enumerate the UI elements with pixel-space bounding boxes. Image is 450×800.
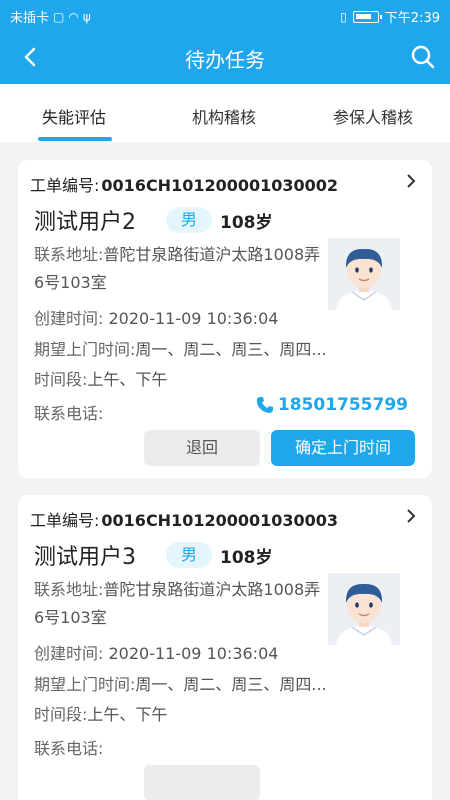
order-number: 工单编号: 0016CH101200001030003 [30, 507, 338, 531]
tab-disability-assessment[interactable]: 失能评估 [42, 104, 106, 128]
gender-badge: 男 [166, 542, 212, 568]
confirm-visit-time-button[interactable]: 确定上门时间 [271, 430, 415, 466]
phone-label: 联系电话: [34, 739, 104, 758]
page-title: 待办任务 [185, 48, 265, 72]
expected-time-line: 期望上门时间:周一、周二、周三、周四... [34, 671, 327, 695]
clock-text: 下午2:39 [384, 11, 440, 26]
header-bar: 未插卡 ▢ ◠ ψ ▯ 下午2:39 待办任务 [0, 0, 450, 84]
task-card[interactable]: 工单编号: 0016CH101200001030003 测试用户3 男 108岁 … [18, 495, 432, 800]
chevron-right-icon[interactable] [404, 509, 418, 523]
period-value: 上午、下午 [87, 370, 168, 389]
tab-active-indicator [38, 137, 112, 141]
order-label: 工单编号: [30, 176, 100, 195]
usb-icon: ψ [82, 9, 91, 24]
tab-insured-audit[interactable]: 参保人稽核 [333, 104, 413, 128]
sim-icon: ▢ [53, 9, 65, 24]
avatar [328, 573, 400, 645]
user-age: 108岁 [220, 548, 273, 568]
carrier-text: 未插卡 [10, 11, 50, 26]
period-label: 时间段: [34, 370, 88, 389]
tab-bar: 失能评估 机构稽核 参保人稽核 [0, 84, 450, 142]
period-line: 时间段:上午、下午 [34, 366, 167, 390]
search-icon[interactable] [410, 44, 436, 70]
battery-icon [352, 10, 382, 23]
address-line: 联系地址:普陀甘泉路街道沪太路1008弄6号103室 [34, 241, 324, 297]
phone-link[interactable]: 18501755799 [256, 395, 408, 415]
created-label: 创建时间: [34, 309, 104, 328]
expected-value: 周一、周二、周三、周四... [135, 340, 327, 359]
order-number: 工单编号: 0016CH101200001030002 [30, 172, 338, 196]
phone-label: 联系电话: [34, 404, 104, 423]
address-label: 联系地址: [34, 245, 104, 264]
user-name: 测试用户3 [34, 545, 136, 570]
address-line: 联系地址:普陀甘泉路街道沪太路1008弄6号103室 [34, 576, 324, 632]
created-value: 2020-11-09 10:36:04 [108, 309, 279, 328]
phone-number: 18501755799 [277, 395, 408, 415]
phone-icon [256, 397, 273, 413]
chevron-right-icon[interactable] [404, 174, 418, 188]
avatar [328, 238, 400, 310]
return-button[interactable]: 退回 [144, 430, 260, 466]
nav-bar: 待办任务 [0, 32, 450, 84]
wifi-icon: ◠ [68, 9, 79, 24]
period-label: 时间段: [34, 705, 88, 724]
address-label: 联系地址: [34, 580, 104, 599]
period-line: 时间段:上午、下午 [34, 701, 167, 725]
created-time-line: 创建时间: 2020-11-09 10:36:04 [34, 640, 278, 664]
user-age: 108岁 [220, 213, 273, 233]
expected-label: 期望上门时间: [34, 340, 136, 359]
task-card[interactable]: 工单编号: 0016CH101200001030002 测试用户2 男 108岁 … [18, 160, 432, 478]
created-value: 2020-11-09 10:36:04 [108, 644, 279, 663]
avatar-icon [328, 238, 400, 310]
gender-badge: 男 [166, 207, 212, 233]
vibrate-icon: ▯ [340, 9, 347, 24]
order-no: 0016CH101200001030002 [101, 176, 339, 195]
expected-value: 周一、周二、周三、周四... [135, 675, 327, 694]
user-name: 测试用户2 [34, 210, 136, 235]
expected-label: 期望上门时间: [34, 675, 136, 694]
tab-institution-audit[interactable]: 机构稽核 [192, 104, 256, 128]
order-no: 0016CH101200001030003 [101, 511, 339, 530]
created-time-line: 创建时间: 2020-11-09 10:36:04 [34, 305, 278, 329]
avatar-icon [328, 573, 400, 645]
status-bar: 未插卡 ▢ ◠ ψ ▯ 下午2:39 [0, 0, 450, 32]
order-label: 工单编号: [30, 511, 100, 530]
return-button[interactable] [144, 765, 260, 800]
created-label: 创建时间: [34, 644, 104, 663]
expected-time-line: 期望上门时间:周一、周二、周三、周四... [34, 336, 327, 360]
period-value: 上午、下午 [87, 705, 168, 724]
